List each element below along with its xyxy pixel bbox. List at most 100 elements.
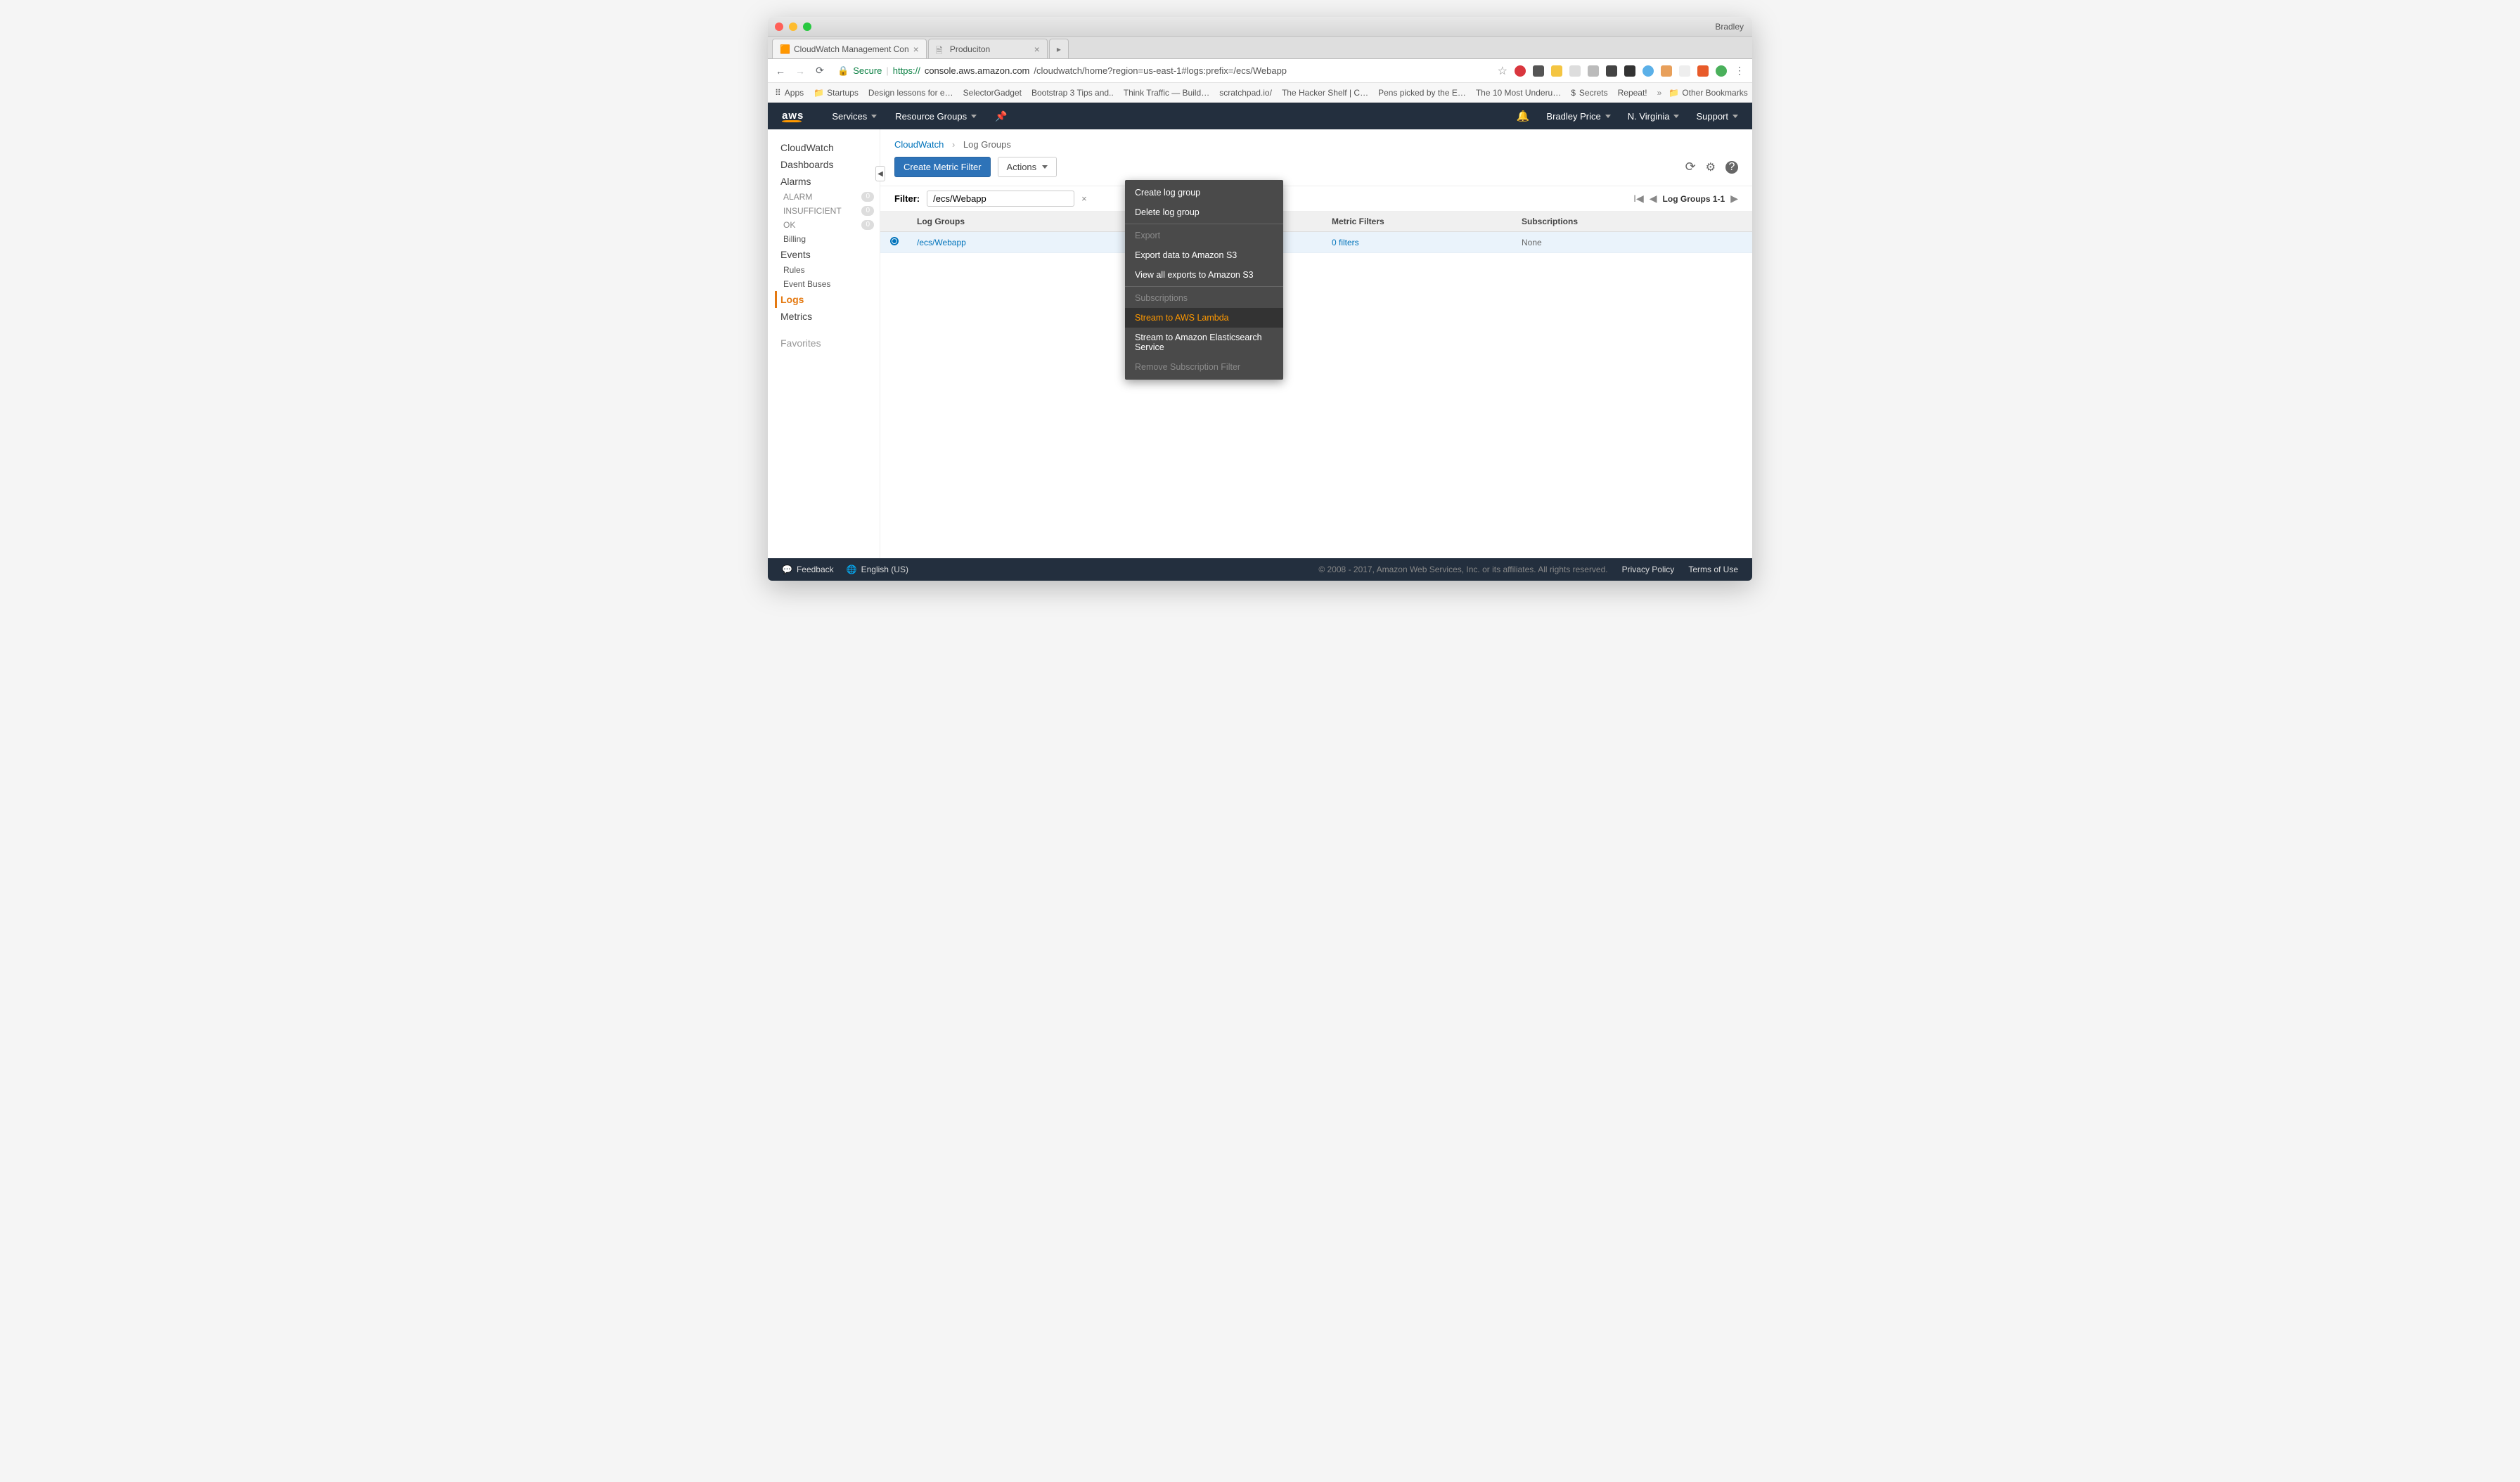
sidebar-item-rules[interactable]: Rules <box>775 263 880 277</box>
maximize-window-icon[interactable] <box>803 22 811 31</box>
adblock-icon[interactable] <box>1515 65 1526 77</box>
bookmark-label: SelectorGadget <box>963 88 1022 98</box>
sidebar-item-logs[interactable]: Logs <box>775 291 880 308</box>
sidebar-item-metrics[interactable]: Metrics <box>775 308 880 325</box>
col-header-metric[interactable]: Metric Filters <box>1323 212 1513 231</box>
sidebar-item-alarm[interactable]: ALARM0 <box>775 190 880 204</box>
bookmark-item[interactable]: Pens picked by the E… <box>1378 88 1466 98</box>
gear-icon[interactable]: ⚙ <box>1706 160 1716 174</box>
tab-cloudwatch[interactable]: 🟧 CloudWatch Management Con × <box>772 39 927 58</box>
extension-icon[interactable] <box>1569 65 1581 77</box>
resource-groups-menu[interactable]: Resource Groups <box>895 111 977 122</box>
favicon-icon: 🟧 <box>780 44 790 54</box>
collapse-sidebar-button[interactable]: ◀ <box>875 166 885 181</box>
dd-export-s3[interactable]: Export data to Amazon S3 <box>1125 245 1283 265</box>
bookmark-item[interactable]: SelectorGadget <box>963 88 1022 98</box>
breadcrumb-root[interactable]: CloudWatch <box>894 139 944 150</box>
bookmark-item[interactable]: Repeat! <box>1618 88 1647 98</box>
services-menu[interactable]: Services <box>832 111 877 122</box>
pocket-icon[interactable] <box>1624 65 1635 77</box>
col-header-name[interactable]: Log Groups <box>908 212 1119 231</box>
privacy-link[interactable]: Privacy Policy <box>1622 565 1675 574</box>
back-icon[interactable]: ← <box>775 65 786 77</box>
sidebar-item-event-buses[interactable]: Event Buses <box>775 277 880 291</box>
actions-button[interactable]: Actions <box>998 157 1058 177</box>
bookmark-item[interactable]: scratchpad.io/ <box>1219 88 1272 98</box>
support-menu[interactable]: Support <box>1696 111 1738 122</box>
star-icon[interactable]: ☆ <box>1498 64 1508 78</box>
bookmark-item[interactable]: The Hacker Shelf | C… <box>1282 88 1368 98</box>
extension-icon[interactable] <box>1551 65 1562 77</box>
forward-icon[interactable]: → <box>795 65 806 77</box>
table-row[interactable]: /ecs/Webapp Never Expire 0 filters None <box>880 232 1752 253</box>
bookmark-item[interactable]: $Secrets <box>1571 88 1607 98</box>
radio-selected-icon[interactable] <box>890 237 899 245</box>
close-icon[interactable]: × <box>1034 44 1040 55</box>
minimize-window-icon[interactable] <box>789 22 797 31</box>
bookmark-item[interactable]: Think Traffic — Build… <box>1124 88 1209 98</box>
log-group-link[interactable]: /ecs/Webapp <box>917 238 966 247</box>
region-menu[interactable]: N. Virginia <box>1628 111 1680 122</box>
sidebar-item-billing[interactable]: Billing <box>775 232 880 246</box>
sidebar-item-dashboards[interactable]: Dashboards <box>775 156 880 173</box>
dd-delete-log-group[interactable]: Delete log group <box>1125 202 1283 222</box>
bookmark-item[interactable]: Design lessons for e… <box>868 88 953 98</box>
refresh-icon[interactable]: ⟳ <box>1685 160 1696 174</box>
apps-button[interactable]: ⠿ Apps <box>775 88 804 98</box>
chevron-down-icon <box>1732 115 1738 118</box>
address-field[interactable]: 🔒 Secure | https://console.aws.amazon.co… <box>834 62 1489 80</box>
close-window-icon[interactable] <box>775 22 783 31</box>
extension-icon[interactable] <box>1642 65 1654 77</box>
apps-icon: ⠿ <box>775 88 781 98</box>
close-icon[interactable]: × <box>913 44 919 55</box>
sidebar-item-favorites[interactable]: Favorites <box>775 335 880 352</box>
language-button[interactable]: 🌐English (US) <box>847 565 908 574</box>
first-page-icon[interactable]: I◀ <box>1633 193 1644 205</box>
extension-icon[interactable] <box>1661 65 1672 77</box>
bookmark-overflow-icon[interactable]: » <box>1657 88 1662 98</box>
tab-produciton[interactable]: 🗎 Produciton × <box>928 39 1048 58</box>
bookmark-label: scratchpad.io/ <box>1219 88 1272 98</box>
next-page-icon[interactable]: ▶ <box>1730 193 1738 205</box>
aws-logo[interactable]: aws <box>782 110 804 122</box>
menu-icon[interactable]: ⋮ <box>1734 65 1745 77</box>
extension-icon[interactable] <box>1716 65 1727 77</box>
extension-icon[interactable] <box>1588 65 1599 77</box>
col-header-sub[interactable]: Subscriptions <box>1513 212 1752 231</box>
extension-icon[interactable] <box>1679 65 1690 77</box>
extension-icon[interactable] <box>1697 65 1709 77</box>
metric-filters-link[interactable]: 0 filters <box>1332 238 1359 247</box>
extension-icon[interactable] <box>1606 65 1617 77</box>
other-bookmarks[interactable]: 📁Other Bookmarks <box>1669 88 1747 98</box>
dd-stream-es[interactable]: Stream to Amazon Elasticsearch Service <box>1125 328 1283 357</box>
clear-filter-icon[interactable]: × <box>1081 193 1087 204</box>
create-metric-filter-button[interactable]: Create Metric Filter <box>894 157 991 177</box>
reload-icon[interactable]: ⟳ <box>814 65 825 77</box>
bookmark-item[interactable]: 📁Startups <box>814 88 859 98</box>
count-badge: 0 <box>861 220 874 230</box>
user-menu[interactable]: Bradley Price <box>1546 111 1610 122</box>
dd-stream-lambda[interactable]: Stream to AWS Lambda <box>1125 308 1283 328</box>
bookmark-item[interactable]: The 10 Most Underu… <box>1476 88 1561 98</box>
sidebar-item-cloudwatch[interactable]: CloudWatch <box>775 139 880 156</box>
dd-create-log-group[interactable]: Create log group <box>1125 183 1283 202</box>
filter-input[interactable] <box>927 191 1074 207</box>
sidebar-item-insufficient[interactable]: INSUFFICIENT0 <box>775 204 880 218</box>
help-icon[interactable]: ? <box>1725 161 1738 174</box>
apps-label: Apps <box>785 88 804 98</box>
sidebar-item-alarms[interactable]: Alarms <box>775 173 880 190</box>
divider <box>1125 286 1283 287</box>
bookmark-item[interactable]: Bootstrap 3 Tips and.. <box>1031 88 1114 98</box>
extension-icon[interactable] <box>1533 65 1544 77</box>
new-tab-button[interactable]: ▸ <box>1049 39 1069 58</box>
subscriptions-cell: None <box>1513 233 1752 252</box>
sidebar-item-label: ALARM <box>783 192 812 202</box>
sidebar-item-ok[interactable]: OK0 <box>775 218 880 232</box>
terms-link[interactable]: Terms of Use <box>1688 565 1738 574</box>
pin-icon[interactable]: 📌 <box>995 110 1007 122</box>
feedback-button[interactable]: 💬Feedback <box>782 565 834 574</box>
dd-view-exports[interactable]: View all exports to Amazon S3 <box>1125 265 1283 285</box>
bell-icon[interactable]: 🔔 <box>1517 110 1530 122</box>
sidebar-item-events[interactable]: Events <box>775 246 880 263</box>
prev-page-icon[interactable]: ◀ <box>1650 193 1657 205</box>
